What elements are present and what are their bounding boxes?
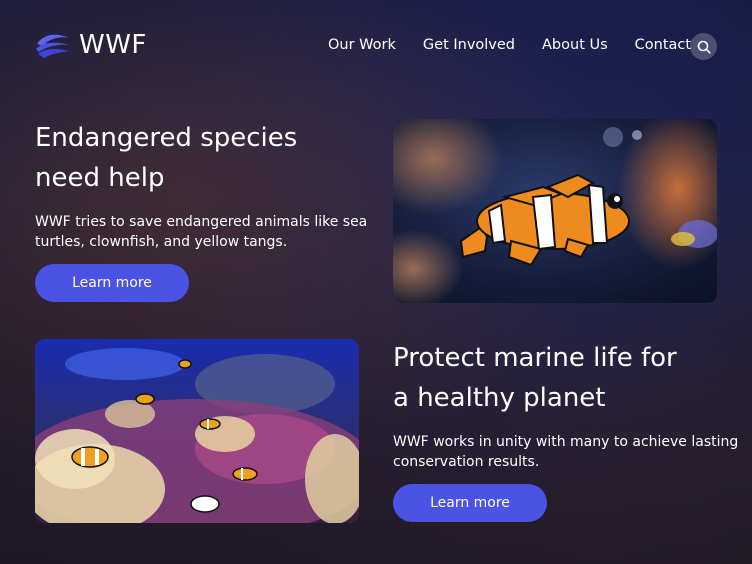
section2-body-line1: WWF works in unity with many to achieve … bbox=[393, 434, 739, 450]
section2-headline-line1: Protect marine life for bbox=[393, 343, 677, 373]
section2-body: WWF works in unity with many to achieve … bbox=[393, 432, 743, 472]
nav-link-get-involved[interactable]: Get Involved bbox=[423, 37, 515, 53]
nav-link-our-work[interactable]: Our Work bbox=[328, 37, 396, 53]
section1-headline-line1: Endangered species bbox=[35, 123, 298, 153]
learn-more-button-1[interactable]: Learn more bbox=[35, 264, 189, 302]
section1-headline: Endangered species need help bbox=[35, 118, 375, 198]
nav-link-contact[interactable]: Contact bbox=[635, 37, 691, 53]
section-endangered: Endangered species need help WWF tries t… bbox=[35, 118, 375, 252]
nav-links: Our Work Get Involved About Us Contact bbox=[328, 37, 718, 53]
section1-body-line1: WWF tries to save endangered animals lik… bbox=[35, 214, 368, 230]
learn-more-button-2[interactable]: Learn more bbox=[393, 484, 547, 522]
section-marine-life: Protect marine life for a healthy planet… bbox=[393, 338, 743, 472]
section2-headline-line2: a healthy planet bbox=[393, 383, 606, 413]
clownfish-photo bbox=[393, 119, 717, 303]
brand-name: WWF bbox=[79, 30, 147, 60]
search-button[interactable] bbox=[690, 33, 717, 60]
brand-logo[interactable]: WWF bbox=[35, 30, 147, 60]
wave-logo-icon bbox=[36, 34, 70, 58]
section1-body: WWF tries to save endangered animals lik… bbox=[35, 212, 375, 252]
section2-body-line2: conservation results. bbox=[393, 454, 540, 470]
search-icon bbox=[697, 40, 711, 54]
nav-link-about-us[interactable]: About Us bbox=[542, 37, 608, 53]
top-navigation: WWF Our Work Get Involved About Us Conta… bbox=[0, 0, 752, 92]
section1-body-line2: turtles, clownfish, and yellow tangs. bbox=[35, 234, 288, 250]
coral-reef-photo bbox=[35, 339, 359, 523]
section1-headline-line2: need help bbox=[35, 163, 165, 193]
section2-headline: Protect marine life for a healthy planet bbox=[393, 338, 743, 418]
